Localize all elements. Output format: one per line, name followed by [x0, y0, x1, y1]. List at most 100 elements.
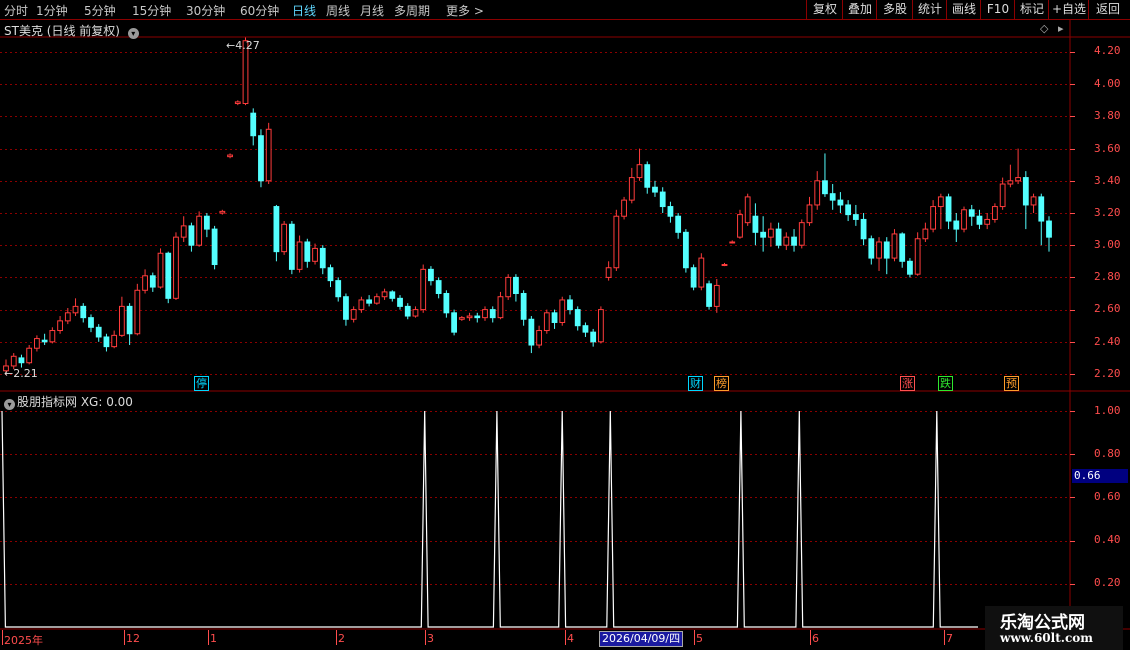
candle-body: [536, 330, 542, 346]
date-label: 2025年: [4, 634, 43, 647]
candle-body: [381, 291, 388, 298]
candle-body: [1022, 177, 1029, 206]
candle-body: [520, 293, 527, 320]
candle-body: [845, 204, 852, 216]
tag-finance[interactable]: 财: [688, 376, 703, 391]
candle-body: [335, 280, 342, 298]
candle-body: [72, 305, 79, 314]
candle-body: [636, 164, 643, 179]
candle-body: [281, 223, 288, 253]
candle-body: [659, 191, 666, 208]
candle-body: [358, 299, 365, 311]
candle-body: [945, 196, 952, 222]
candle-body: [26, 347, 33, 364]
date-label: 7: [946, 632, 953, 645]
candle-body: [288, 223, 295, 270]
candle-body: [767, 228, 774, 238]
price-tick: 3.60: [1094, 142, 1121, 155]
candle-body: [713, 284, 720, 307]
candle-body: [953, 220, 960, 230]
candle-body: [961, 209, 967, 230]
candle-body: [598, 309, 604, 343]
candle-body: [667, 206, 674, 217]
price-tick: 3.20: [1094, 206, 1121, 219]
xg-signal-line: [1, 410, 978, 628]
tag-forecast[interactable]: 预: [1004, 376, 1019, 391]
price-tick: 2.20: [1094, 367, 1121, 380]
indicator-tick: 0.20: [1094, 576, 1121, 589]
arrow-left-icon: ←: [4, 367, 14, 380]
tag-rank[interactable]: 榜: [714, 376, 729, 391]
candle-body: [652, 186, 658, 193]
candle-body: [992, 206, 998, 220]
candle-body: [582, 325, 589, 333]
candle-body: [899, 233, 906, 262]
candle-body: [41, 339, 48, 343]
candle-body: [196, 215, 203, 246]
candle-body: [505, 276, 512, 298]
candle-body: [744, 196, 751, 224]
chevron-down-icon[interactable]: ▾: [127, 28, 139, 39]
candle-body: [999, 183, 1006, 208]
candle-body: [567, 299, 573, 311]
tag-fall[interactable]: 跌: [938, 376, 953, 391]
candle-body: [149, 275, 156, 288]
tag-rise[interactable]: 涨: [900, 376, 915, 391]
candle-body: [273, 206, 280, 253]
chevron-down-icon[interactable]: ▾: [4, 399, 15, 410]
candle-body: [304, 241, 311, 262]
candle-body: [868, 238, 875, 259]
candle-body: [551, 312, 558, 323]
candle-body: [729, 241, 736, 244]
candle-body: [142, 275, 148, 291]
arrow-left-icon: ←: [226, 39, 236, 52]
candle-body: [443, 293, 450, 314]
candle-body: [404, 305, 411, 317]
candle-body: [126, 305, 133, 335]
candle-body: [574, 309, 581, 327]
candle-body: [451, 312, 457, 333]
candle-body: [366, 299, 373, 304]
tag-suspend[interactable]: 停: [194, 376, 209, 391]
candle-body: [682, 231, 689, 269]
candle-body: [350, 309, 357, 320]
price-tick: 4.20: [1094, 44, 1121, 57]
price-tick: 3.40: [1094, 174, 1121, 187]
candle-body: [644, 164, 651, 188]
candle-body: [265, 128, 272, 182]
candle-body: [466, 315, 473, 319]
kline-chart[interactable]: [0, 0, 1130, 650]
candle-body: [984, 218, 991, 225]
candle-body: [628, 177, 635, 201]
candle-body: [829, 193, 836, 201]
candle-body: [57, 320, 63, 332]
candle-body: [605, 267, 612, 278]
candle-body: [930, 206, 937, 230]
candle-body: [173, 236, 179, 299]
date-label: 3: [427, 632, 434, 645]
candle-body: [497, 296, 504, 319]
candle-body: [806, 204, 813, 224]
main-panel-title: ST美克 (日线 前复权) ▾: [4, 22, 141, 39]
candle-body: [412, 309, 419, 317]
candle-body: [528, 318, 535, 346]
candle-body: [1038, 196, 1045, 222]
price-tick: 3.00: [1094, 238, 1121, 251]
candle-body: [389, 291, 396, 299]
candle-body: [860, 218, 867, 240]
date-label: 2: [338, 632, 345, 645]
diamond-icon[interactable]: ◇: [1040, 22, 1048, 35]
price-tick: 3.80: [1094, 109, 1121, 122]
candle-body: [211, 228, 218, 266]
scroll-right-icon[interactable]: ▸: [1058, 22, 1064, 35]
indicator-panel-title: ▾ 股朋指标网 XG: 0.00: [4, 393, 133, 410]
candle-body: [675, 215, 682, 233]
candle-body: [428, 268, 434, 282]
candle-body: [489, 309, 496, 319]
candle-body: [1007, 180, 1014, 185]
candle-body: [482, 309, 488, 319]
date-label: 4: [567, 632, 574, 645]
candle-body: [1030, 196, 1037, 206]
candle-body: [752, 215, 759, 233]
crosshair-date: 2026/04/09/四: [599, 631, 684, 647]
